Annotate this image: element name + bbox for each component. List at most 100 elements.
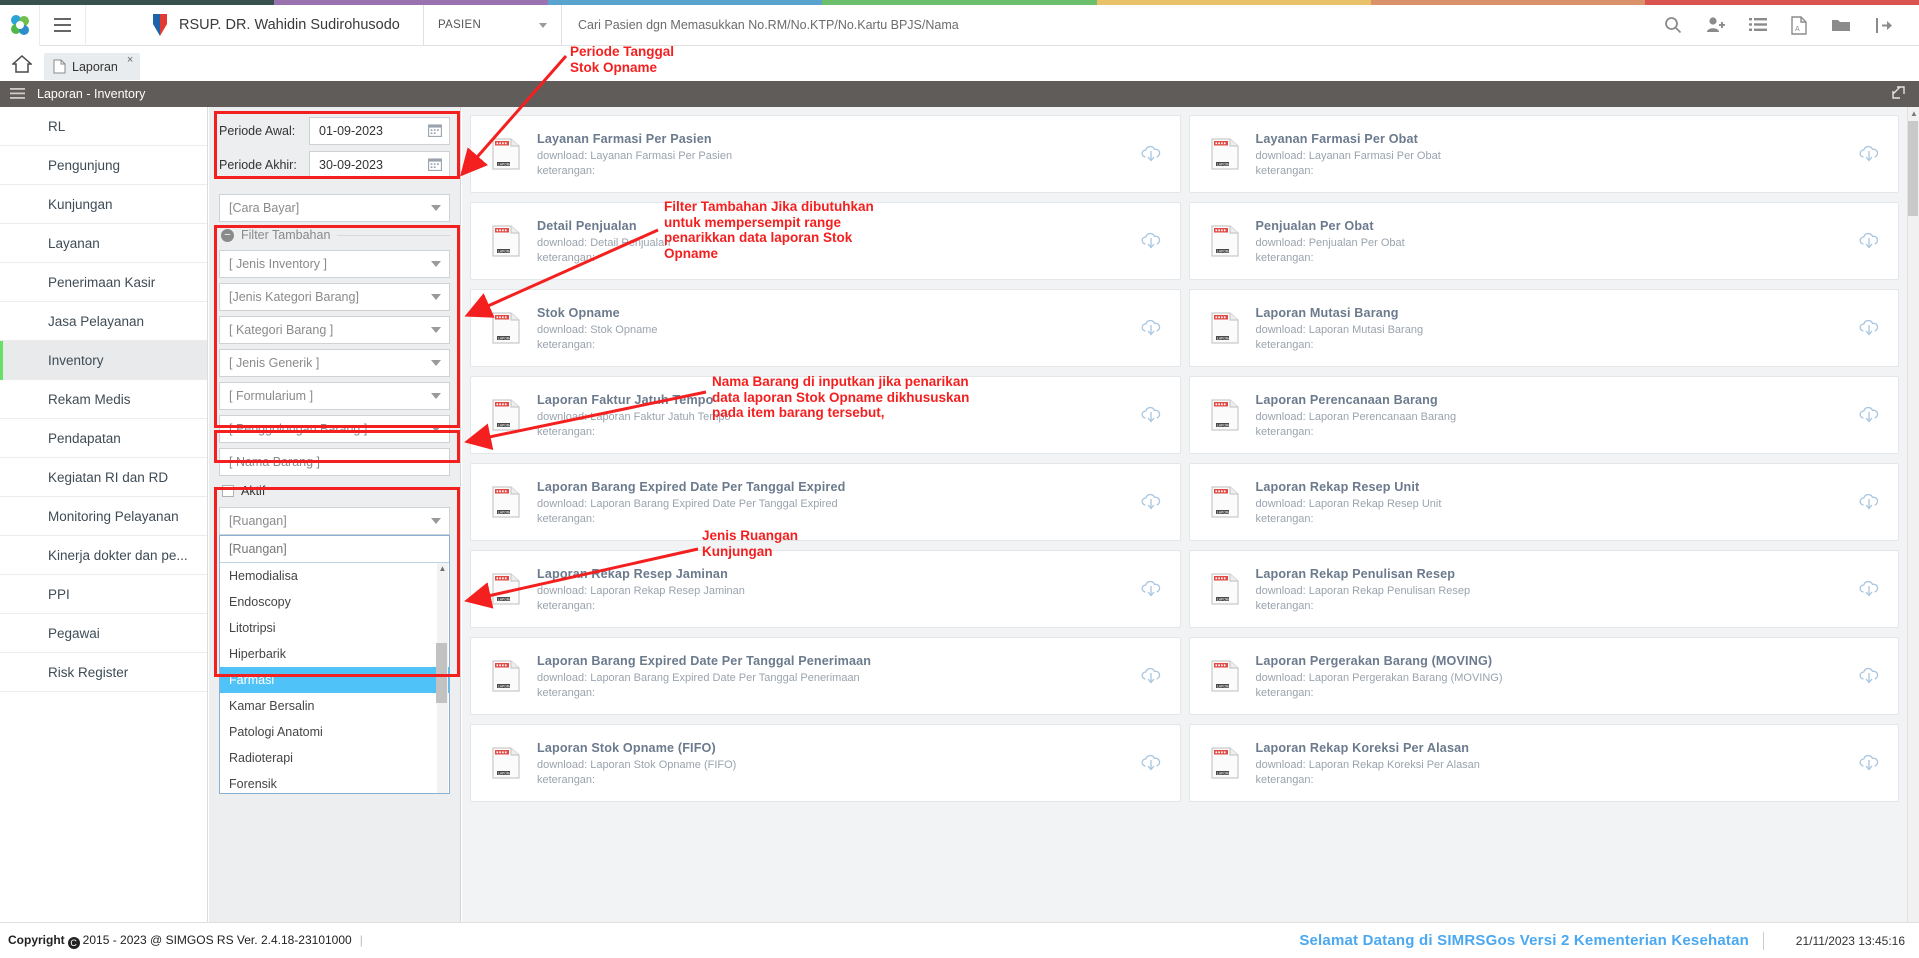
sidebar-item-penerimaan-kasir[interactable]: Penerimaan Kasir xyxy=(0,263,207,302)
report-card[interactable]: LAPORAN Laporan Rekap Resep Unit download:… xyxy=(1188,463,1899,541)
ruangan-option-litotripsi[interactable]: Litotripsi xyxy=(220,615,449,641)
report-card[interactable]: LAPORAN Laporan Rekap Penulisan Resep down… xyxy=(1188,550,1899,628)
expand-icon[interactable] xyxy=(1892,86,1905,102)
periode-akhir-input[interactable]: 30-09-2023 xyxy=(309,151,450,179)
content-scrollbar[interactable]: ▲ xyxy=(1907,107,1919,922)
periode-awal-input[interactable]: 01-09-2023 xyxy=(309,117,450,145)
home-tab-button[interactable] xyxy=(0,46,44,81)
download-button[interactable] xyxy=(1856,404,1882,426)
folder-icon[interactable] xyxy=(1831,17,1851,33)
pdf-file-icon[interactable]: A xyxy=(1791,15,1807,35)
report-card[interactable]: LAPORAN Laporan Rekap Resep Jaminan downlo… xyxy=(470,550,1181,628)
patient-search-input[interactable]: Cari Pasien dgn Memasukkan No.RM/No.KTP/… xyxy=(562,5,1664,46)
content-scroll-thumb[interactable] xyxy=(1908,121,1918,216)
report-file-icon-wrap: LAPORAN xyxy=(489,224,523,258)
report-card[interactable]: LAPORAN Penjualan Per Obat download: Penju… xyxy=(1188,202,1899,280)
report-card[interactable]: LAPORAN Laporan Perencanaan Barang downloa… xyxy=(1188,376,1899,454)
ruangan-option-kamar-bersalin[interactable]: Kamar Bersalin xyxy=(220,693,449,719)
download-button[interactable] xyxy=(1856,317,1882,339)
logout-icon[interactable] xyxy=(1875,17,1893,34)
sidebar-item-jasa-pelayanan[interactable]: Jasa Pelayanan xyxy=(0,302,207,341)
download-button[interactable] xyxy=(1856,665,1882,687)
scroll-up-arrow-icon[interactable]: ▲ xyxy=(1908,107,1919,120)
download-button[interactable] xyxy=(1138,404,1164,426)
report-card[interactable]: LAPORAN Laporan Rekap Koreksi Per Alasan d… xyxy=(1188,724,1899,802)
ruangan-option-farmasi[interactable]: Farmasi xyxy=(220,667,449,693)
close-icon[interactable]: × xyxy=(127,54,133,66)
checkbox-icon[interactable] xyxy=(222,485,234,497)
tab-laporan[interactable]: Laporan × xyxy=(44,53,141,80)
sidebar-item-layanan[interactable]: Layanan xyxy=(0,224,207,263)
download-button[interactable] xyxy=(1856,578,1882,600)
extra-filter-select-2[interactable]: [ Kategori Barang ] xyxy=(219,316,450,344)
download-button[interactable] xyxy=(1856,491,1882,513)
download-button[interactable] xyxy=(1138,665,1164,687)
download-button[interactable] xyxy=(1138,578,1164,600)
sidebar-item-pengunjung[interactable]: Pengunjung xyxy=(0,146,207,185)
ruangan-option-hiperbarik[interactable]: Hiperbarik xyxy=(220,641,449,667)
download-button[interactable] xyxy=(1138,752,1164,774)
download-button[interactable] xyxy=(1856,143,1882,165)
download-button[interactable] xyxy=(1138,143,1164,165)
chevron-down-icon xyxy=(431,294,441,300)
dropdown-scrollbar[interactable]: ▲ xyxy=(436,563,448,793)
report-card[interactable]: LAPORAN Laporan Barang Expired Date Per T… xyxy=(470,463,1181,541)
calendar-icon[interactable] xyxy=(428,123,442,140)
minus-icon[interactable]: − xyxy=(221,228,234,242)
sidebar-item-pendapatan[interactable]: Pendapatan xyxy=(0,419,207,458)
download-button[interactable] xyxy=(1138,317,1164,339)
dropdown-scroll-thumb[interactable] xyxy=(436,643,447,703)
filter-tambahan-legend[interactable]: − Filter Tambahan xyxy=(221,228,450,242)
ruangan-option-radioterapi[interactable]: Radioterapi xyxy=(220,745,449,771)
download-button[interactable] xyxy=(1138,491,1164,513)
extra-filter-select-4[interactable]: [ Formularium ] xyxy=(219,382,450,410)
app-logo[interactable] xyxy=(0,4,40,46)
ruangan-option-forensik[interactable]: Forensik xyxy=(220,771,449,797)
ruangan-option-endoscopy[interactable]: Endoscopy xyxy=(220,589,449,615)
tab-bar: Laporan × xyxy=(0,46,1919,81)
sidebar-item-pegawai[interactable]: Pegawai xyxy=(0,614,207,653)
report-card[interactable]: LAPORAN Laporan Mutasi Barang download: La… xyxy=(1188,289,1899,367)
sidebar-item-kinerja-dokter-dan-pe[interactable]: Kinerja dokter dan pe... xyxy=(0,536,207,575)
list-icon[interactable] xyxy=(1749,17,1767,33)
scroll-up-arrow-icon[interactable]: ▲ xyxy=(437,563,448,574)
sidebar-item-risk-register[interactable]: Risk Register xyxy=(0,653,207,692)
extra-filter-select-0[interactable]: [ Jenis Inventory ] xyxy=(219,250,450,278)
menu-toggle-button[interactable] xyxy=(40,4,86,46)
download-button[interactable] xyxy=(1856,230,1882,252)
report-card[interactable]: LAPORAN Laporan Pergerakan Barang (MOVING… xyxy=(1188,637,1899,715)
report-card[interactable]: LAPORAN Laporan Stok Opname (FIFO) downloa… xyxy=(470,724,1181,802)
report-download-label: download: Laporan Barang Expired Date Pe… xyxy=(537,497,838,510)
report-card[interactable]: LAPORAN Laporan Barang Expired Date Per T… xyxy=(470,637,1181,715)
cara-bayar-select[interactable]: [Cara Bayar] xyxy=(219,194,450,222)
context-select[interactable]: PASIEN xyxy=(424,4,562,46)
calendar-icon[interactable] xyxy=(428,157,442,174)
aktif-checkbox-row[interactable]: Aktif xyxy=(222,484,450,498)
extra-filter-select-1[interactable]: [Jenis Kategori Barang] xyxy=(219,283,450,311)
download-button[interactable] xyxy=(1138,230,1164,252)
ruangan-search-input[interactable]: [Ruangan] xyxy=(220,536,449,563)
extra-filter-select-5[interactable]: [ Penggolongan Barang ] xyxy=(219,415,450,443)
ruangan-option-patologi-anatomi[interactable]: Patologi Anatomi xyxy=(220,719,449,745)
sidebar-item-kegiatan-ri-dan-rd[interactable]: Kegiatan RI dan RD xyxy=(0,458,207,497)
ruangan-select[interactable]: [Ruangan] xyxy=(219,507,450,535)
sidebar-item-kunjungan[interactable]: Kunjungan xyxy=(0,185,207,224)
svg-text:LAPORAN: LAPORAN xyxy=(498,249,514,253)
report-card[interactable]: LAPORAN Stok Opname download: Stok Opname k… xyxy=(470,289,1181,367)
nama-barang-input[interactable]: [ Nama Barang ] xyxy=(219,448,450,476)
report-card[interactable]: LAPORAN Layanan Farmasi Per Pasien downloa… xyxy=(470,115,1181,193)
add-user-icon[interactable] xyxy=(1706,16,1725,34)
download-button[interactable] xyxy=(1856,752,1882,774)
sidebar-item-rl[interactable]: RL xyxy=(0,107,207,146)
bars-icon[interactable] xyxy=(10,87,25,102)
report-file-icon-wrap: LAPORAN xyxy=(489,137,523,171)
sidebar-item-inventory[interactable]: Inventory xyxy=(0,341,207,380)
sidebar-item-rekam-medis[interactable]: Rekam Medis xyxy=(0,380,207,419)
ruangan-option-hemodialisa[interactable]: Hemodialisa xyxy=(220,563,449,589)
report-card[interactable]: LAPORAN Layanan Farmasi Per Obat download:… xyxy=(1188,115,1899,193)
search-icon[interactable] xyxy=(1664,16,1682,34)
sidebar-item-monitoring-pelayanan[interactable]: Monitoring Pelayanan xyxy=(0,497,207,536)
sidebar-item-label: Monitoring Pelayanan xyxy=(48,508,179,524)
sidebar-item-ppi[interactable]: PPI xyxy=(0,575,207,614)
extra-filter-select-3[interactable]: [ Jenis Generik ] xyxy=(219,349,450,377)
